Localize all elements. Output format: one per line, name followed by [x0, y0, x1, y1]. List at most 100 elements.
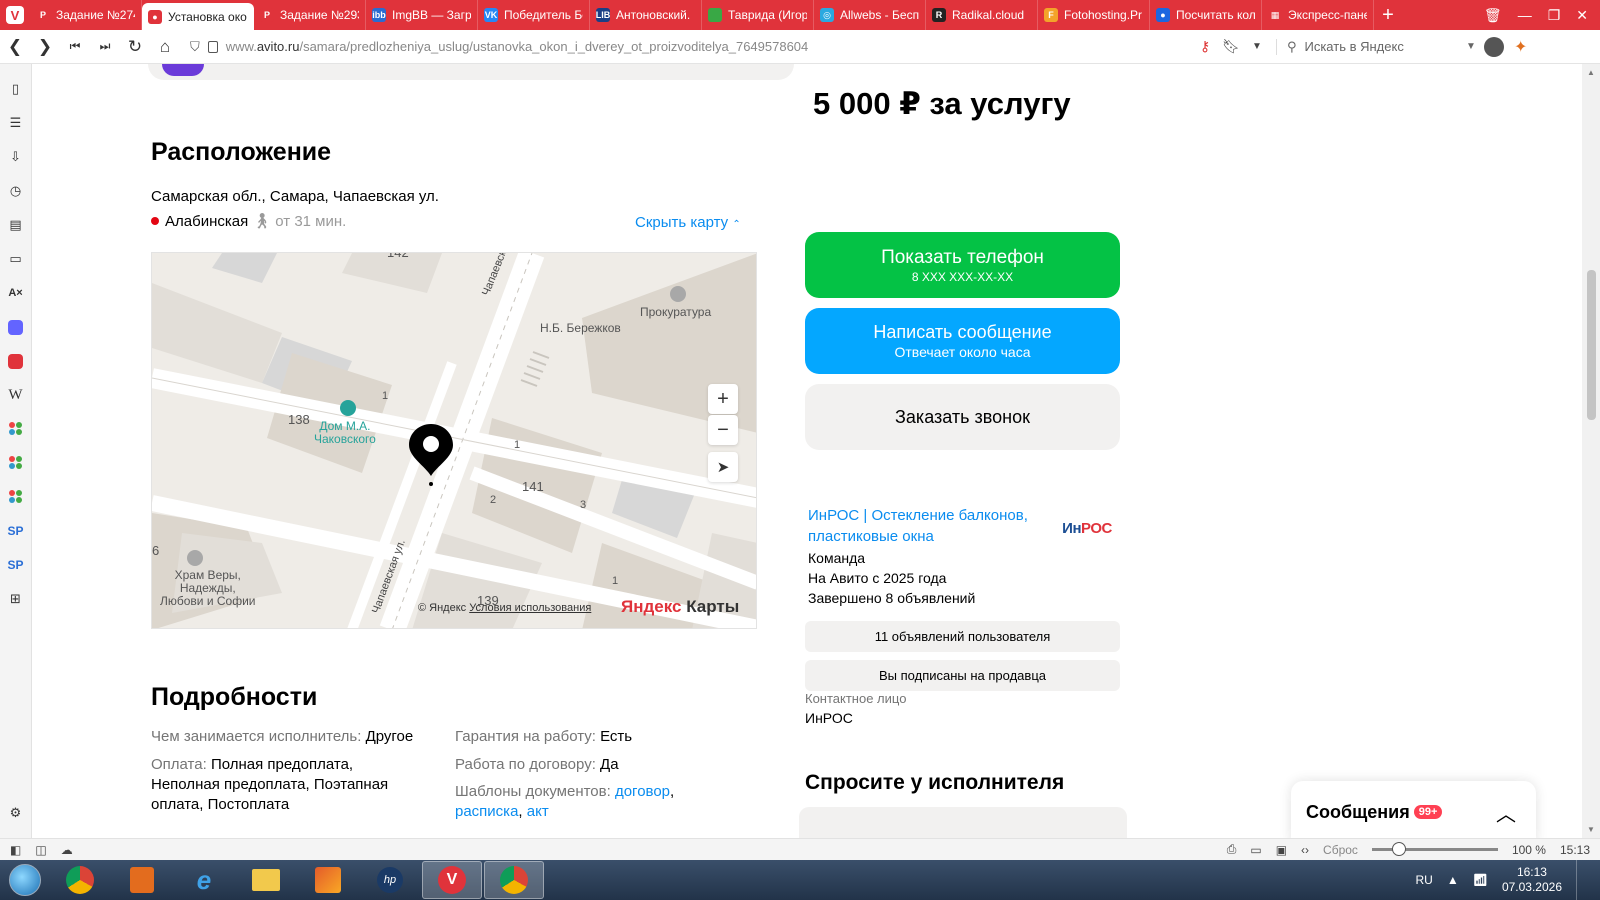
panel-toggle-icon[interactable]: ◧ — [10, 843, 21, 857]
template-link-receipt[interactable]: расписка — [455, 803, 518, 820]
fast-forward-button[interactable]: ⏭ — [90, 30, 120, 64]
network-icon[interactable]: 📶︎ — [1473, 873, 1488, 887]
yandex-maps-logo[interactable]: Яндекс Карты — [621, 597, 739, 617]
sp-icon[interactable]: SP — [0, 514, 32, 548]
dropdown-arrow-icon[interactable]: ▼ — [1252, 41, 1262, 52]
reload-button[interactable]: ↻ — [120, 30, 150, 64]
taskbar-vivaldi[interactable]: V — [422, 861, 482, 899]
ask-card[interactable] — [799, 807, 1127, 838]
show-desktop-button[interactable] — [1576, 860, 1586, 900]
taskbar-explorer[interactable] — [236, 861, 296, 899]
page-actions-icon[interactable]: ‹› — [1301, 843, 1309, 857]
chevron-up-icon[interactable]: ︿ — [1496, 798, 1516, 827]
forward-button[interactable]: ❯ — [30, 30, 60, 64]
rewind-button[interactable]: ⏮ — [60, 30, 90, 64]
minimize-button[interactable]: — — [1518, 7, 1532, 23]
web-panel-icon[interactable] — [0, 446, 32, 480]
location-pin-icon[interactable] — [409, 424, 453, 486]
web-panel-icon[interactable] — [0, 480, 32, 514]
web-panel-icon[interactable] — [0, 412, 32, 446]
scrollbar-thumb[interactable] — [1587, 270, 1596, 420]
capture-icon[interactable]: ⎙ — [1227, 842, 1237, 857]
close-button[interactable]: ✕ — [1576, 7, 1588, 24]
permissions-icon[interactable]: ⚷ — [1200, 38, 1210, 55]
browser-tab[interactable]: Таврида (Игор — [702, 0, 814, 30]
language-indicator[interactable]: RU — [1415, 873, 1432, 887]
browser-tab[interactable]: ibb ImgBB — Загр — [366, 0, 478, 30]
template-link-act[interactable]: акт — [527, 803, 549, 820]
bookmark-icon[interactable]: ▯ — [0, 72, 32, 106]
seller-logo[interactable]: ИнРОС — [1061, 510, 1113, 546]
search-engine-dropdown-icon[interactable]: ▼ — [1466, 41, 1476, 52]
add-panel-icon[interactable]: ⊞ — [0, 582, 32, 616]
taskbar-app-grid[interactable] — [298, 861, 358, 899]
profile-avatar[interactable] — [1483, 36, 1504, 57]
tab-tiling-icon[interactable]: ◫ — [35, 843, 46, 857]
trash-icon[interactable]: 🗑 — [1484, 7, 1502, 24]
cloud-sync-icon[interactable]: ☁ — [61, 843, 73, 857]
taskbar-media-player[interactable] — [112, 861, 172, 899]
seller-ads-button[interactable]: 11 объявлений пользователя — [805, 621, 1120, 652]
taskbar-chrome[interactable] — [50, 861, 110, 899]
window-panel-icon[interactable]: ▭ — [0, 242, 32, 276]
map-terms-link[interactable]: Условия использования — [469, 602, 591, 614]
lock-icon[interactable] — [207, 40, 218, 53]
taskbar-ie[interactable]: e — [174, 861, 234, 899]
zoom-slider-knob[interactable] — [1391, 842, 1406, 856]
zoom-out-button[interactable]: − — [708, 415, 738, 445]
tab-favicon-icon: ● — [1156, 8, 1170, 22]
settings-icon[interactable]: ⚙ — [0, 796, 32, 830]
messages-widget[interactable]: Сообщения 99+ ︿ — [1291, 781, 1536, 838]
geolocation-icon[interactable]: ➤ — [708, 452, 738, 482]
start-button[interactable] — [0, 860, 50, 900]
taskbar-chrome-2[interactable] — [484, 861, 544, 899]
hide-map-link[interactable]: Скрыть карту ⌃ — [635, 214, 741, 231]
taskbar-hp[interactable]: hp — [360, 861, 420, 899]
search-field[interactable]: ⚲ Искать в Яндекс ▼ — [1275, 38, 1476, 55]
browser-tab[interactable]: VK Победитель Бе — [478, 0, 590, 30]
home-button[interactable]: ⌂ — [150, 30, 180, 64]
browser-tab[interactable]: ▦ Экспресс-пане — [1262, 0, 1374, 30]
show-phone-button[interactable]: Показать телефон 8 XXX XXX-XX-XX — [805, 232, 1120, 298]
template-link-contract[interactable]: договор — [615, 783, 670, 800]
order-call-button[interactable]: Заказать звонок — [805, 384, 1120, 450]
zoom-slider[interactable] — [1371, 842, 1498, 856]
zoom-in-button[interactable]: + — [708, 384, 738, 414]
map-entrance-label: 1 — [514, 439, 521, 451]
browser-tab[interactable]: ● Посчитать кол — [1150, 0, 1262, 30]
notes-icon[interactable]: ▤ — [0, 208, 32, 242]
tray-expand-icon[interactable]: ▲ — [1447, 873, 1459, 887]
mastodon-icon[interactable] — [0, 310, 32, 344]
vivaldi-menu-button[interactable]: V — [0, 0, 30, 30]
wikipedia-icon[interactable]: W — [0, 378, 32, 412]
tile-icon[interactable]: ▭ — [1250, 843, 1261, 857]
reading-list-icon[interactable]: ☰ — [0, 106, 32, 140]
images-icon[interactable]: ▣ — [1276, 843, 1287, 857]
browser-tab[interactable]: ◎ Allwebs - Бесп — [814, 0, 926, 30]
seller-name-link[interactable]: ИнРОС | Остекление балконов, пластиковые… — [808, 505, 1058, 547]
map[interactable]: Чапаевская ул. Чапаевская ул. Н.Б. Береж… — [151, 252, 757, 629]
back-button[interactable]: ❮ — [0, 30, 30, 64]
browser-tab[interactable]: P Задание №274 — [30, 0, 142, 30]
shield-icon[interactable]: ⛉ — [190, 39, 200, 55]
browser-tab[interactable]: R Radikal.cloud — [926, 0, 1038, 30]
extension-icon[interactable]: ✦ — [1514, 37, 1527, 57]
browser-tab[interactable]: LIB Антоновский. — [590, 0, 702, 30]
browser-tab[interactable]: P Задание №293 — [254, 0, 366, 30]
write-message-button[interactable]: Написать сообщение Отвечает около часа — [805, 308, 1120, 374]
page-scrollbar[interactable]: ▲ ▼ — [1582, 64, 1600, 838]
downloads-icon[interactable]: ⇩ — [0, 140, 32, 174]
url-field[interactable]: ⛉ www.avito.ru/samara/predlozheniya_uslu… — [190, 39, 1200, 55]
subscribed-button[interactable]: Вы подписаны на продавца — [805, 660, 1120, 691]
browser-tab[interactable]: ● Установка око — [142, 3, 254, 30]
taskbar-clock[interactable]: 16:13 07.03.2026 — [1502, 865, 1562, 895]
bookmark-page-icon[interactable]: 🔖︎ — [1222, 38, 1240, 55]
history-icon[interactable]: ◷ — [0, 174, 32, 208]
browser-tab[interactable]: F Fotohosting.Pr — [1038, 0, 1150, 30]
new-tab-button[interactable]: + — [1374, 0, 1402, 30]
zoom-reset-button[interactable]: Сброс — [1323, 843, 1358, 857]
translate-icon[interactable]: A× — [0, 276, 32, 310]
maximize-button[interactable]: ❐ — [1548, 7, 1561, 24]
vivaldi-icon[interactable] — [0, 344, 32, 378]
sp-icon[interactable]: SP — [0, 548, 32, 582]
